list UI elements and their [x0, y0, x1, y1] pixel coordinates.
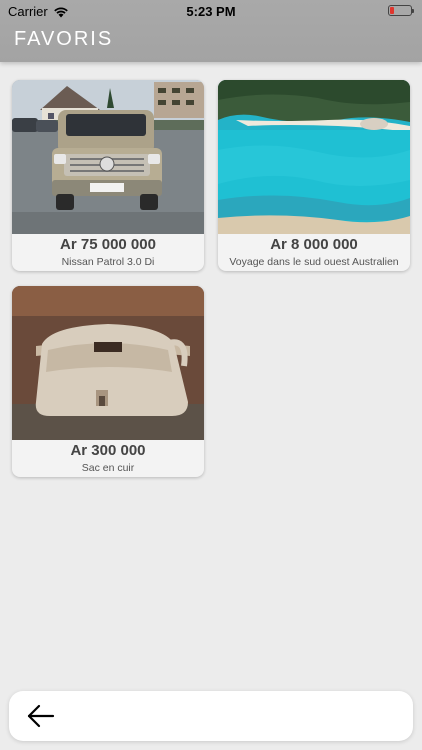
card-price: Ar 8 000 000: [270, 236, 358, 253]
turquoise-beach-photo: [218, 80, 410, 234]
bottom-navigation-bar: [9, 691, 413, 741]
card-price: Ar 300 000: [70, 442, 146, 459]
favorite-card[interactable]: Ar 8 000 000 Voyage dans le sud ouest Au…: [218, 80, 410, 271]
arrow-left-icon[interactable]: [25, 701, 57, 731]
status-bar: Carrier 5:23 PM: [0, 0, 422, 22]
silver-suv-photo: [12, 80, 204, 234]
card-price: Ar 75 000 000: [60, 236, 156, 253]
battery-icon: [388, 5, 414, 16]
favorite-card[interactable]: Ar 75 000 000 Nissan Patrol 3.0 Di: [12, 80, 204, 271]
status-time: 5:23 PM: [186, 4, 236, 19]
card-title: Voyage dans le sud ouest Australien: [229, 256, 399, 268]
battery-level: [390, 7, 394, 14]
card-title: Nissan Patrol 3.0 Di: [61, 256, 155, 268]
favorite-card[interactable]: Ar 300 000 Sac en cuir: [12, 286, 204, 477]
page-title: FAVORIS: [14, 28, 114, 50]
leather-bag-photo: [12, 286, 204, 440]
card-title: Sac en cuir: [81, 462, 135, 474]
app-header: Carrier 5:23 PM FAVORIS: [0, 0, 422, 62]
